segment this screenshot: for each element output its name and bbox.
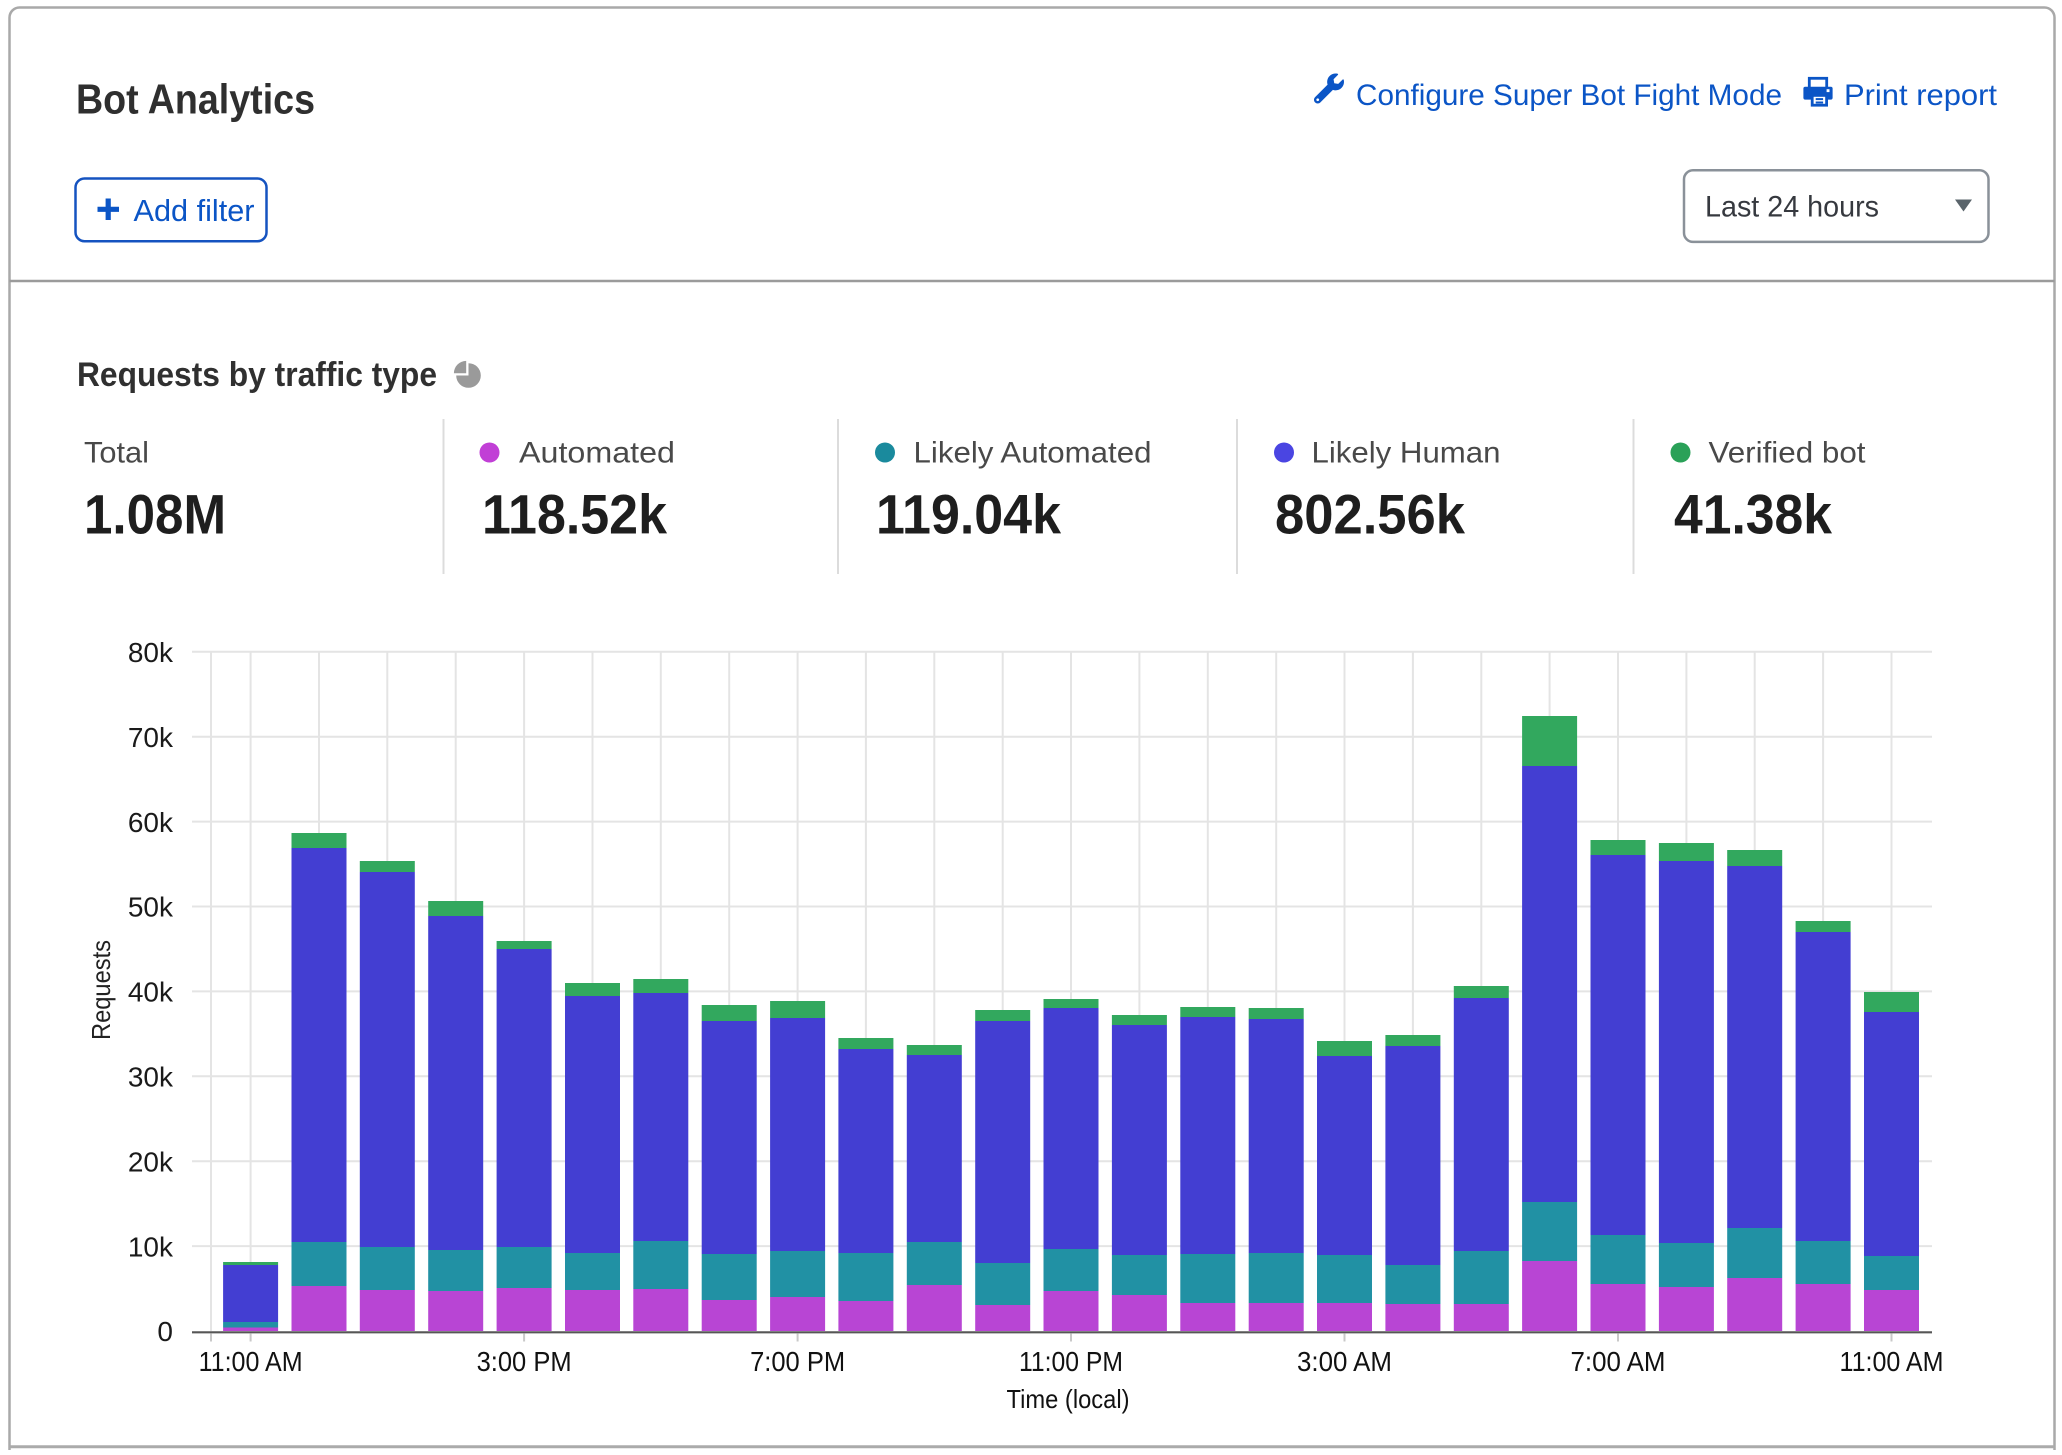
svg-text:30k: 30k [128, 1062, 174, 1093]
svg-text:Total: Total [84, 437, 149, 470]
svg-text:41.38k: 41.38k [1674, 483, 1833, 546]
svg-text:Requests by traffic type: Requests by traffic type [77, 356, 437, 394]
svg-text:Print report: Print report [1844, 79, 1998, 112]
svg-text:11:00 AM: 11:00 AM [1840, 1346, 1944, 1377]
svg-text:Last 24 hours: Last 24 hours [1705, 190, 1879, 223]
svg-text:Automated: Automated [519, 437, 675, 470]
svg-text:3:00 PM: 3:00 PM [477, 1346, 572, 1377]
svg-text:Add filter: Add filter [134, 193, 255, 228]
svg-text:60k: 60k [128, 807, 174, 838]
svg-text:Likely Human: Likely Human [1312, 437, 1501, 470]
svg-text:3:00 AM: 3:00 AM [1297, 1346, 1392, 1377]
svg-text:Bot Analytics: Bot Analytics [76, 76, 315, 123]
svg-text:802.56k: 802.56k [1275, 483, 1466, 546]
svg-text:40k: 40k [128, 977, 174, 1008]
svg-text:Verified bot: Verified bot [1709, 437, 1867, 470]
svg-text:7:00 PM: 7:00 PM [750, 1346, 845, 1377]
svg-text:50k: 50k [128, 892, 174, 923]
svg-text:Time (local): Time (local) [1007, 1384, 1130, 1414]
svg-text:1.08M: 1.08M [84, 483, 226, 546]
svg-text:11:00 AM: 11:00 AM [199, 1346, 303, 1377]
svg-text:7:00 AM: 7:00 AM [1571, 1346, 1666, 1377]
svg-text:0: 0 [157, 1316, 173, 1347]
svg-text:Configure Super Bot Fight Mode: Configure Super Bot Fight Mode [1356, 79, 1782, 112]
svg-text:80k: 80k [128, 637, 174, 668]
svg-text:119.04k: 119.04k [876, 483, 1062, 546]
svg-text:10k: 10k [128, 1231, 174, 1262]
svg-text:Requests: Requests [86, 940, 116, 1040]
svg-text:70k: 70k [128, 722, 174, 753]
svg-text:20k: 20k [128, 1146, 174, 1177]
svg-text:118.52k: 118.52k [482, 483, 668, 546]
svg-text:11:00 PM: 11:00 PM [1019, 1346, 1123, 1377]
svg-text:Likely Automated: Likely Automated [914, 437, 1152, 470]
